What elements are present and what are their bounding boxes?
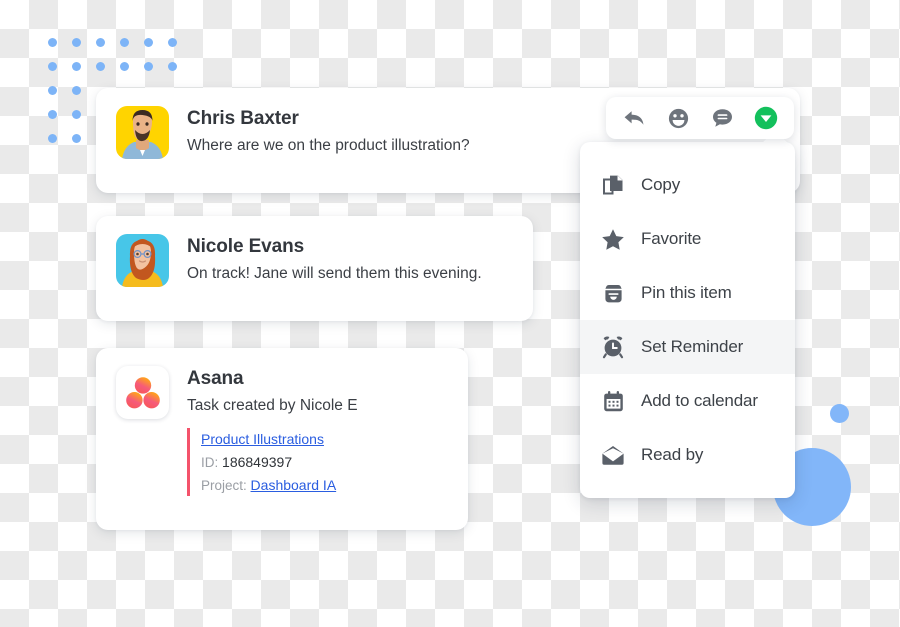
message-text: Where are we on the product illustration…: [187, 136, 470, 154]
menu-item-read-by[interactable]: Read by: [580, 428, 795, 482]
more-actions-icon[interactable]: [753, 105, 779, 131]
message-body: Nicole Evans On track! Jane will send th…: [187, 234, 482, 287]
reply-icon[interactable]: [621, 105, 647, 131]
grid-dot: [72, 38, 81, 47]
grid-dot: [48, 134, 57, 143]
project-row: Project: Dashboard IA: [201, 474, 358, 497]
menu-item-label: Read by: [641, 445, 704, 464]
alarm-icon: [601, 335, 625, 359]
star-icon: [601, 227, 625, 251]
grid-dot: [72, 110, 81, 119]
grid-dot: [48, 62, 57, 71]
task-id-row: ID: 186849397: [201, 451, 358, 474]
sender-name: Nicole Evans: [187, 236, 305, 257]
menu-item-set-reminder[interactable]: Set Reminder: [580, 320, 795, 374]
message-actions-toolbar[interactable]: [606, 97, 794, 139]
avatar: [116, 234, 169, 287]
envelope-icon: [601, 443, 625, 467]
grid-dot: [72, 134, 81, 143]
grid-dot: [48, 110, 57, 119]
asana-logo-icon: [116, 366, 169, 419]
menu-item-pin-this-item[interactable]: Pin this item: [580, 266, 795, 320]
task-link[interactable]: Product Illustrations: [201, 431, 324, 447]
small-blue-circle: [830, 404, 849, 423]
grid-dot: [48, 86, 57, 95]
grid-dot: [120, 38, 129, 47]
menu-item-add-to-calendar[interactable]: Add to calendar: [580, 374, 795, 428]
grid-dot: [72, 86, 81, 95]
menu-item-label: Pin this item: [641, 283, 732, 302]
message-card-nicole-evans[interactable]: Nicole Evans On track! Jane will send th…: [96, 216, 533, 321]
app-name: Asana: [187, 368, 244, 389]
sender-name: Chris Baxter: [187, 108, 299, 129]
canvas: Chris Baxter Where are we on the product…: [0, 0, 900, 627]
grid-dot: [96, 38, 105, 47]
task-id-label: ID:: [201, 454, 219, 470]
grid-dot: [144, 62, 153, 71]
grid-dot: [168, 38, 177, 47]
grid-dot: [48, 38, 57, 47]
message-body: Chris Baxter Where are we on the product…: [187, 106, 470, 159]
grid-dot: [72, 62, 81, 71]
menu-item-favorite[interactable]: Favorite: [580, 212, 795, 266]
menu-item-label: Copy: [641, 175, 681, 194]
emoji-icon[interactable]: [665, 105, 691, 131]
copy-icon: [601, 173, 625, 197]
grid-dot: [96, 62, 105, 71]
calendar-icon: [601, 389, 625, 413]
asana-task-card[interactable]: Asana Task created by Nicole E Product I…: [96, 348, 468, 530]
comment-icon[interactable]: [709, 105, 735, 131]
project-label: Project:: [201, 477, 247, 493]
context-menu[interactable]: Copy Favorite Pin this item Set Reminder…: [580, 131, 795, 498]
task-link-row: Product Illustrations: [201, 428, 358, 451]
menu-item-label: Favorite: [641, 229, 702, 248]
task-description: Task created by Nicole E: [187, 396, 358, 414]
menu-item-label: Set Reminder: [641, 337, 744, 356]
grid-dot: [168, 62, 177, 71]
menu-item-label: Add to calendar: [641, 391, 758, 410]
task-detail-block: Product Illustrations ID: 186849397 Proj…: [187, 427, 358, 497]
menu-item-copy[interactable]: Copy: [580, 158, 795, 212]
project-link[interactable]: Dashboard IA: [251, 477, 337, 493]
grid-dot: [144, 38, 153, 47]
task-id-value: 186849397: [222, 453, 293, 470]
archive-icon: [601, 281, 625, 305]
avatar: [116, 106, 169, 159]
asana-body: Asana Task created by Nicole E Product I…: [187, 366, 358, 497]
message-text: On track! Jane will send them this eveni…: [187, 264, 482, 282]
grid-dot: [120, 62, 129, 71]
